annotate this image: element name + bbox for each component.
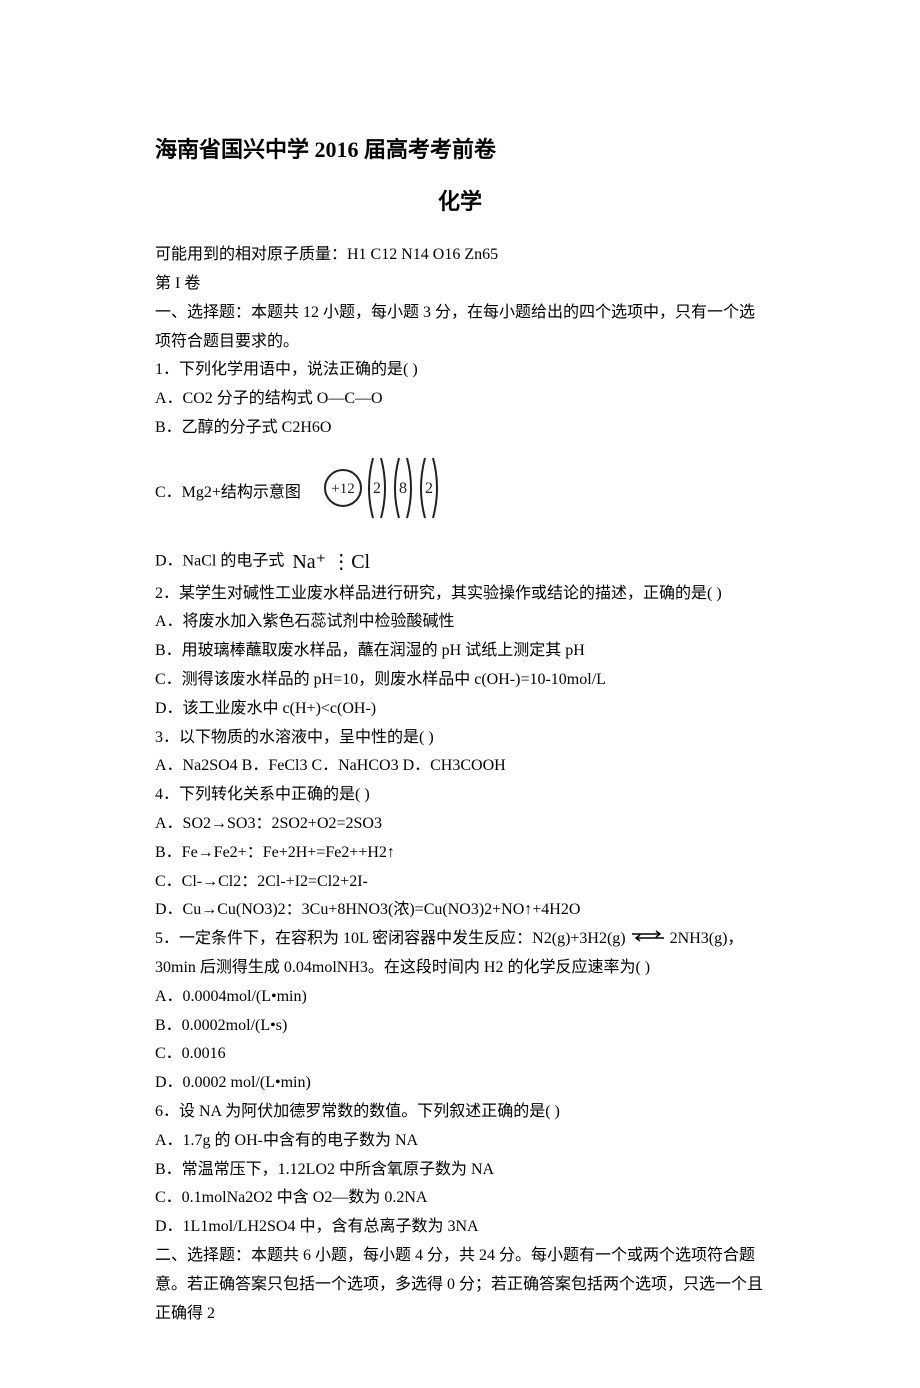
q1-stem: 1．下列化学用语中，说法正确的是( ) <box>155 356 765 385</box>
q4-option-a: A．SO2→SO3：2SO2+O2=2SO3 <box>155 810 765 839</box>
part-label: 第 I 卷 <box>155 270 765 299</box>
q2-option-d: D．该工业废水中 c(H+)<c(OH-) <box>155 695 765 724</box>
q6-option-d: D．1L1mol/LH2SO4 中，含有总离子数为 3NA <box>155 1213 765 1242</box>
svg-text:2: 2 <box>373 480 381 497</box>
atomic-masses: 可能用到的相对原子质量：H1 C12 N14 O16 Zn65 <box>155 241 765 270</box>
svg-text:8: 8 <box>399 480 407 497</box>
q4-stem: 4．下列转化关系中正确的是( ) <box>155 781 765 810</box>
equilibrium-arrow-icon <box>630 925 666 954</box>
q1-option-d: D．NaCl 的电子式 Na⁺ ⋮Cl <box>155 544 765 580</box>
q1-option-a: A．CO2 分子的结构式 O—C—O <box>155 385 765 414</box>
q1-option-c-text: C．Mg2+结构示意图 <box>155 484 301 501</box>
q5-stem-part1: 5．一定条件下，在容积为 10L 密闭容器中发生反应：N2(g)+3H2(g) <box>155 930 626 947</box>
section-1-header: 一、选择题：本题共 12 小题，每小题 3 分，在每小题给出的四个选项中，只有一… <box>155 299 765 357</box>
q4-option-d: D．Cu→Cu(NO3)2：3Cu+8HNO3(浓)=Cu(NO3)2+NO↑+… <box>155 896 765 925</box>
q5-stem: 5．一定条件下，在容积为 10L 密闭容器中发生反应：N2(g)+3H2(g) … <box>155 925 765 983</box>
q6-stem: 6．设 NA 为阿伏加德罗常数的数值。下列叙述正确的是( ) <box>155 1098 765 1127</box>
mg-ion-diagram-icon: +12 2 8 2 <box>315 443 445 544</box>
q2-stem: 2．某学生对碱性工业废水样品进行研究，其实验操作或结论的描述，正确的是( ) <box>155 580 765 609</box>
q1-option-b: B．乙醇的分子式 C2H6O <box>155 414 765 443</box>
section-2-header: 二、选择题：本题共 6 小题，每小题 4 分，共 24 分。每小题有一个或两个选… <box>155 1242 765 1328</box>
q2-option-a: A．将废水加入紫色石蕊试剂中检验酸碱性 <box>155 608 765 637</box>
q3-stem: 3．以下物质的水溶液中，呈中性的是( ) <box>155 724 765 753</box>
q3-options: A．Na2SO4 B．FeCl3 C．NaHCO3 D．CH3COOH <box>155 752 765 781</box>
q4-option-c: C．Cl-→Cl2：2Cl-+I2=Cl2+2I- <box>155 868 765 897</box>
q5-option-d: D．0.0002 mol/(L•min) <box>155 1069 765 1098</box>
q6-option-b: B．常温常压下，1.12LO2 中所含氧原子数为 NA <box>155 1156 765 1185</box>
q2-option-c: C．测得该废水样品的 pH=10，则废水样品中 c(OH-)=10-10mol/… <box>155 666 765 695</box>
exam-title: 海南省国兴中学 2016 届高考考前卷 <box>155 130 765 170</box>
svg-text:2: 2 <box>425 480 433 497</box>
q6-option-c: C．0.1molNa2O2 中含 O2—数为 0.2NA <box>155 1184 765 1213</box>
svg-text:+12: +12 <box>331 481 354 497</box>
q6-option-a: A．1.7g 的 OH-中含有的电子数为 NA <box>155 1127 765 1156</box>
q1-option-d-prefix: D．NaCl 的电子式 <box>155 552 284 569</box>
q1-option-c: C．Mg2+结构示意图 +12 2 8 2 <box>155 443 765 544</box>
q5-option-a: A．0.0004mol/(L•min) <box>155 983 765 1012</box>
q2-option-b: B．用玻璃棒蘸取废水样品，蘸在润湿的 pH 试纸上测定其 pH <box>155 637 765 666</box>
nacl-electron-formula: Na⁺ ⋮Cl <box>292 544 370 580</box>
subject-heading: 化学 <box>155 182 765 222</box>
q5-option-c: C．0.0016 <box>155 1040 765 1069</box>
q5-option-b: B．0.0002mol/(L•s) <box>155 1012 765 1041</box>
q4-option-b: B．Fe→Fe2+：Fe+2H+=Fe2++H2↑ <box>155 839 765 868</box>
